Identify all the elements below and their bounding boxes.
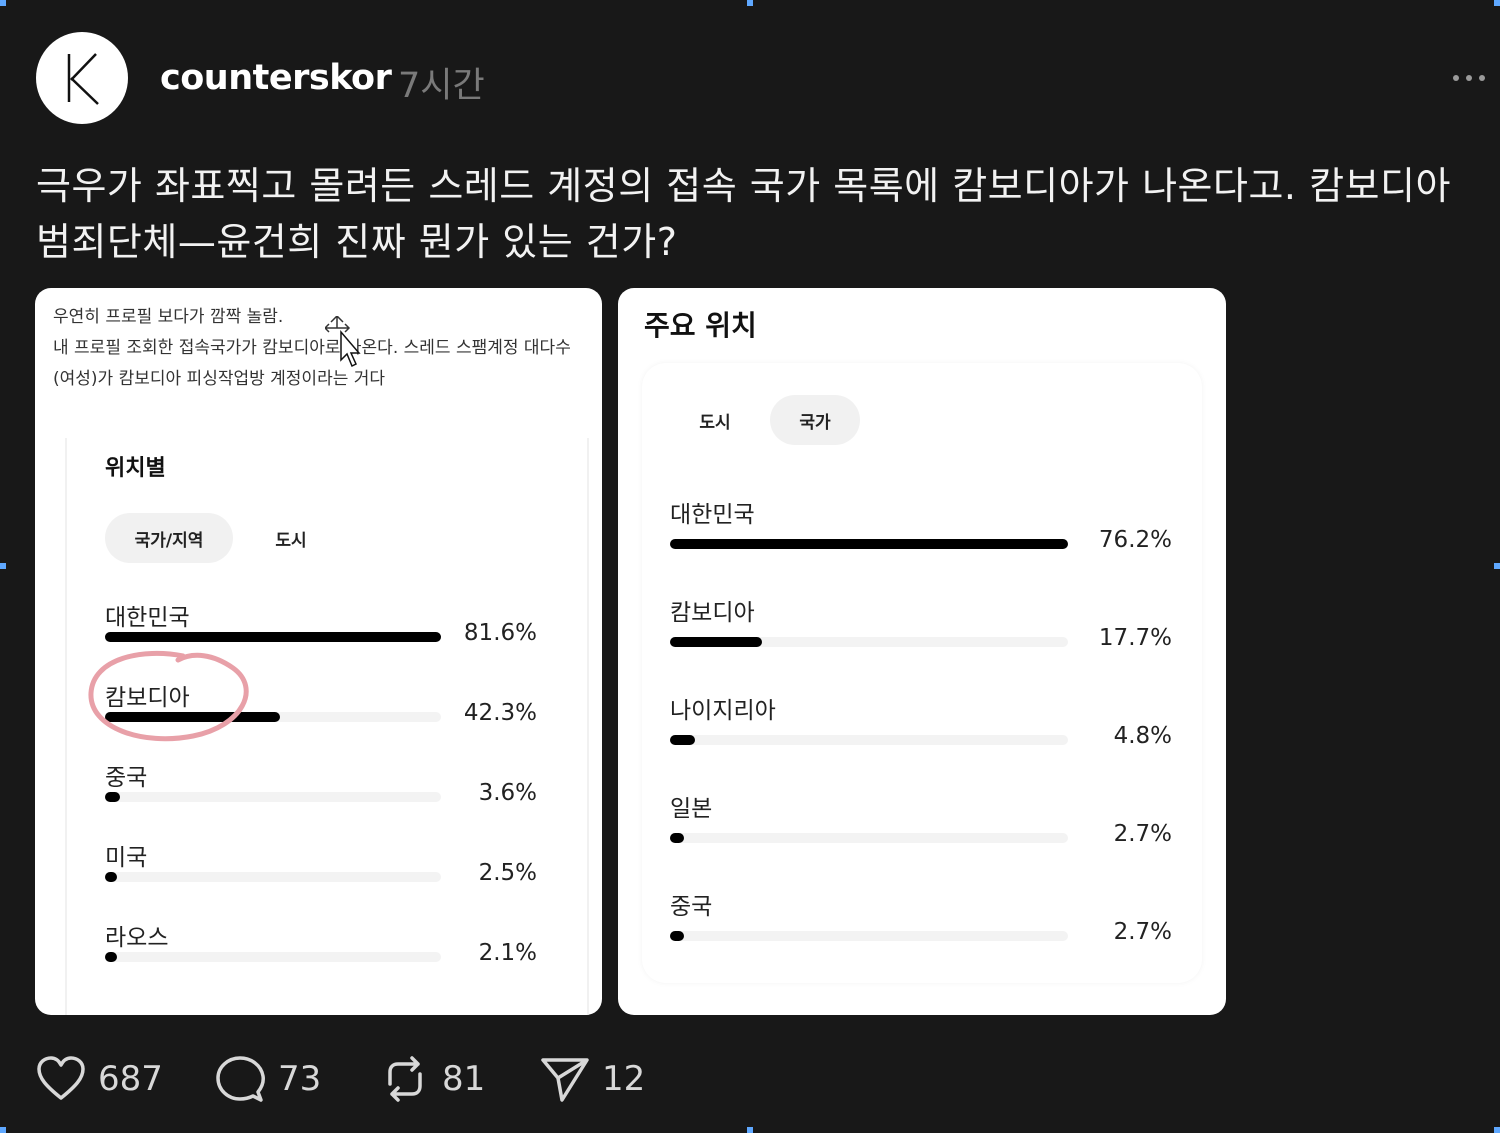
percentage-value: 4.8% xyxy=(1113,723,1172,749)
percentage-value: 76.2% xyxy=(1098,527,1172,553)
resize-handle-bottom-right[interactable] xyxy=(1494,1127,1500,1133)
caption-line: 내 프로필 조회한 접속국가가 캄보디아로 나온다. 스레드 스팸계정 대다수(… xyxy=(53,338,571,389)
percentage-bar-fill xyxy=(105,712,280,722)
percentage-bar-fill xyxy=(670,539,1068,549)
comment-action[interactable]: 73 xyxy=(216,1056,321,1102)
caption-line: 우연히 프로필 보다가 깜짝 놀람. xyxy=(53,307,284,327)
location-name: 캄보디아 xyxy=(670,600,755,626)
percentage-bar-fill xyxy=(670,735,696,745)
percentage-bar xyxy=(105,952,441,962)
percentage-bar xyxy=(105,792,441,802)
percentage-bar xyxy=(670,931,1068,941)
location-name: 중국 xyxy=(105,765,148,791)
percentage-bar-fill xyxy=(670,637,763,647)
comment-count: 73 xyxy=(278,1059,322,1099)
attached-image-left[interactable]: 우연히 프로필 보다가 깜짝 놀람. 내 프로필 조회한 접속국가가 캄보디아로 … xyxy=(35,288,602,1015)
share-action[interactable]: 12 xyxy=(540,1056,645,1102)
percentage-bar xyxy=(105,872,441,882)
percentage-value: 2.5% xyxy=(478,860,537,886)
avatar-logo-icon xyxy=(67,53,99,105)
post-body-text: 극우가 좌표찍고 몰려든 스레드 계정의 접속 국가 목록에 캄보디아가 나온다… xyxy=(36,164,1451,264)
heart-icon[interactable] xyxy=(36,1056,86,1102)
resize-handle-bottom-left[interactable] xyxy=(0,1127,6,1133)
percentage-bar xyxy=(670,539,1068,549)
percentage-bar-fill xyxy=(105,952,117,962)
share-count: 12 xyxy=(602,1059,646,1099)
tab-second[interactable]: 국가 xyxy=(770,395,860,445)
tab-first[interactable]: 도시 xyxy=(670,395,760,445)
location-name: 중국 xyxy=(670,894,713,920)
attached-image-right[interactable]: 주요 위치 도시 국가 대한민국 76.2% 캄보디아 17.7% 나이지리아 4.8% 일본… xyxy=(618,288,1226,1015)
repost-count: 81 xyxy=(442,1059,486,1099)
username[interactable]: counterskor xyxy=(160,58,392,98)
location-name: 나이지리아 xyxy=(670,698,776,724)
location-name: 캄보디아 xyxy=(105,685,190,711)
location-name: 일본 xyxy=(670,796,713,822)
percentage-bar xyxy=(670,833,1068,843)
tab-first[interactable]: 국가/지역 xyxy=(105,513,233,563)
image-caption: 우연히 프로필 보다가 깜짝 놀람. 내 프로필 조회한 접속국가가 캄보디아로 … xyxy=(53,302,573,395)
resize-handle-mid-right[interactable] xyxy=(1494,563,1500,569)
percentage-bar-fill xyxy=(105,632,441,642)
percentage-bar-fill xyxy=(670,833,684,843)
location-stats-panel: 도시 국가 대한민국 76.2% 캄보디아 17.7% 나이지리아 4.8% 일본 2.7% 중국… xyxy=(642,363,1202,983)
location-name: 대한민국 xyxy=(670,502,755,528)
percentage-value: 81.6% xyxy=(463,620,537,646)
percentage-bar xyxy=(670,637,1068,647)
avatar[interactable] xyxy=(36,32,128,124)
post-timestamp: 7시간 xyxy=(398,66,485,106)
send-icon[interactable] xyxy=(540,1056,590,1102)
percentage-value: 2.7% xyxy=(1113,821,1172,847)
move-cursor-icon xyxy=(325,316,361,368)
repost-icon[interactable] xyxy=(380,1056,430,1102)
percentage-bar xyxy=(105,712,441,722)
resize-handle-top-center[interactable] xyxy=(747,0,753,6)
location-name: 미국 xyxy=(105,845,148,871)
percentage-value: 2.1% xyxy=(478,940,537,966)
percentage-bar-fill xyxy=(105,872,117,882)
panel-title: 주요 위치 xyxy=(644,309,757,342)
percentage-value: 3.6% xyxy=(478,780,537,806)
percentage-value: 17.7% xyxy=(1098,625,1172,651)
resize-handle-top-left[interactable] xyxy=(0,0,6,6)
tab-second[interactable]: 도시 xyxy=(247,513,335,563)
location-name: 라오스 xyxy=(105,925,169,951)
comment-bubble-icon[interactable] xyxy=(216,1056,266,1102)
resize-handle-top-right[interactable] xyxy=(1494,0,1500,6)
like-action[interactable]: 687 xyxy=(36,1056,163,1102)
resize-handle-mid-left[interactable] xyxy=(0,563,6,569)
more-dots-icon[interactable] xyxy=(1450,66,1490,90)
repost-action[interactable]: 81 xyxy=(380,1056,485,1102)
post-screenshot: counterskor 7시간 극우가 좌표찍고 몰려든 스레드 계정의 접속 … xyxy=(0,0,1500,1133)
percentage-value: 2.7% xyxy=(1113,919,1172,945)
percentage-bar xyxy=(670,735,1068,745)
like-count: 687 xyxy=(98,1059,163,1099)
location-stats-panel: 위치별 국가/지역 도시 대한민국 81.6% 캄보디아 42.3% 중국 3.6% 미국 2.… xyxy=(65,438,589,1015)
percentage-bar-fill xyxy=(105,792,120,802)
panel-title: 위치별 xyxy=(105,456,166,481)
percentage-bar xyxy=(105,632,441,642)
resize-handle-bottom-center[interactable] xyxy=(747,1127,753,1133)
percentage-value: 42.3% xyxy=(463,700,537,726)
location-name: 대한민국 xyxy=(105,605,190,631)
percentage-bar-fill xyxy=(670,931,684,941)
